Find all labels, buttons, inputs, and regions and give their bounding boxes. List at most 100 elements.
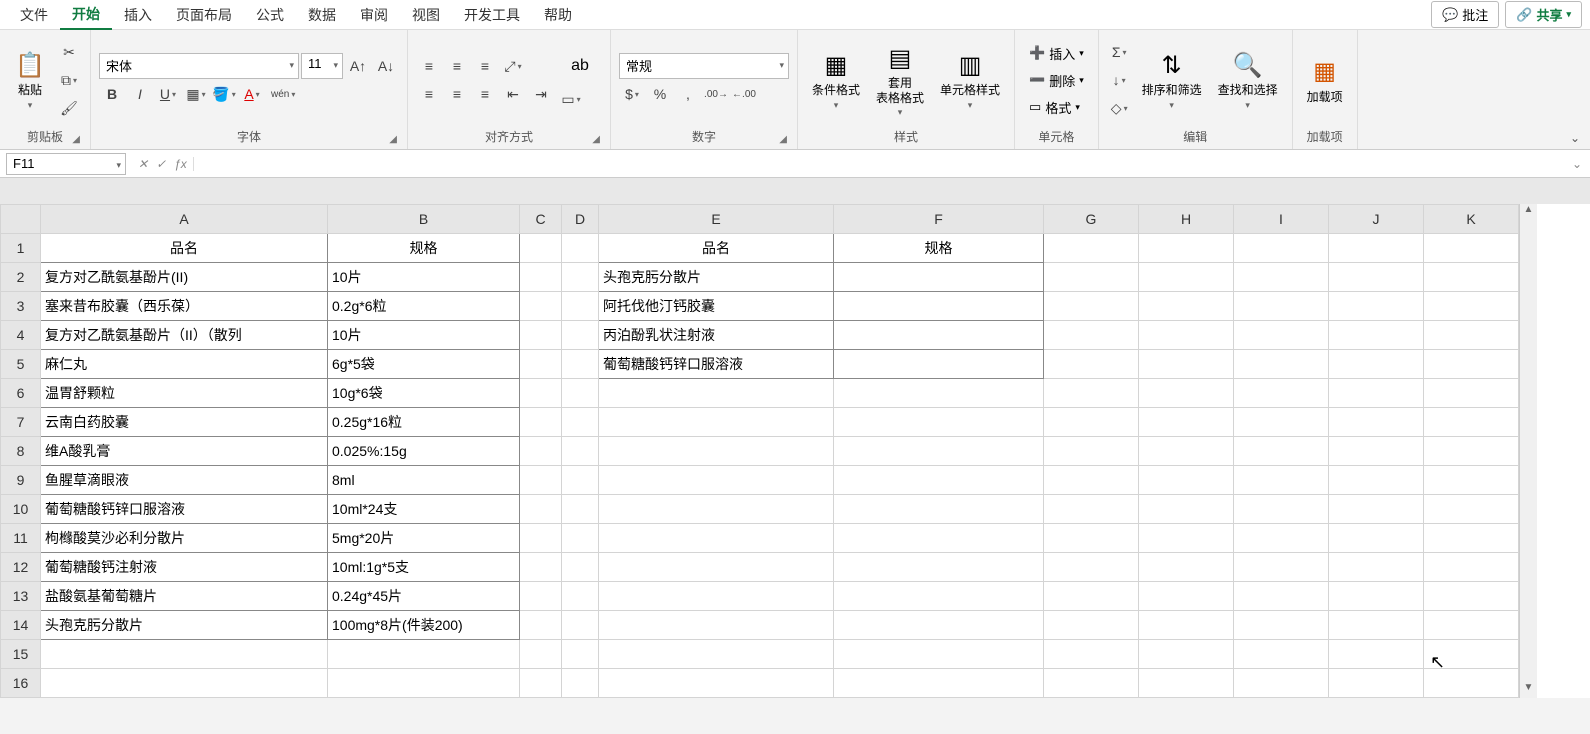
cell-F15[interactable] <box>834 640 1044 669</box>
format-cells-button[interactable]: ▭格式▾ <box>1023 95 1090 120</box>
cell-G15[interactable] <box>1044 640 1139 669</box>
cell-D2[interactable] <box>562 263 599 292</box>
cell-F10[interactable] <box>834 495 1044 524</box>
cell-B13[interactable]: 0.24g*45片 <box>328 582 520 611</box>
currency-button[interactable]: $▾ <box>619 81 645 107</box>
col-header-J[interactable]: J <box>1329 205 1424 234</box>
cell-F8[interactable] <box>834 437 1044 466</box>
cell-E12[interactable] <box>599 553 834 582</box>
cell-H14[interactable] <box>1139 611 1234 640</box>
cell-H4[interactable] <box>1139 321 1234 350</box>
cell-D11[interactable] <box>562 524 599 553</box>
phonetic-button[interactable]: wén▾ <box>267 81 299 107</box>
cell-K12[interactable] <box>1424 553 1519 582</box>
cell-B2[interactable]: 10片 <box>328 263 520 292</box>
cell-I14[interactable] <box>1234 611 1329 640</box>
find-select-button[interactable]: 🔍 查找和选择 ▾ <box>1212 47 1284 112</box>
fill-color-button[interactable]: 🪣▾ <box>211 81 237 107</box>
menu-insert[interactable]: 插入 <box>112 1 164 29</box>
cell-C12[interactable] <box>520 553 562 582</box>
row-header[interactable]: 4 <box>1 321 41 350</box>
cell-F1[interactable]: 规格 <box>834 234 1044 263</box>
cell-A8[interactable]: 维A酸乳膏 <box>41 437 328 466</box>
enter-formula-button[interactable]: ✓ <box>156 157 166 171</box>
row-header[interactable]: 5 <box>1 350 41 379</box>
cell-B11[interactable]: 5mg*20片 <box>328 524 520 553</box>
cell-J11[interactable] <box>1329 524 1424 553</box>
cell-A12[interactable]: 葡萄糖酸钙注射液 <box>41 553 328 582</box>
align-left-button[interactable]: ≡ <box>416 81 442 107</box>
cell-B12[interactable]: 10ml:1g*5支 <box>328 553 520 582</box>
increase-font-button[interactable]: A↑ <box>345 53 371 79</box>
cell-G9[interactable] <box>1044 466 1139 495</box>
addins-button[interactable]: ▦ 加载项 <box>1301 54 1349 106</box>
font-size-select[interactable]: 11 ▾ <box>301 53 343 79</box>
row-header[interactable]: 11 <box>1 524 41 553</box>
cell-I1[interactable] <box>1234 234 1329 263</box>
cell-J6[interactable] <box>1329 379 1424 408</box>
cell-A7[interactable]: 云南白药胶囊 <box>41 408 328 437</box>
autosum-button[interactable]: Σ▾ <box>1107 39 1132 65</box>
cell-C4[interactable] <box>520 321 562 350</box>
cell-J9[interactable] <box>1329 466 1424 495</box>
comment-button[interactable]: 💬 批注 <box>1431 1 1499 28</box>
format-painter-button[interactable]: 🖌 <box>56 95 82 121</box>
cell-C9[interactable] <box>520 466 562 495</box>
cell-E11[interactable] <box>599 524 834 553</box>
row-header[interactable]: 3 <box>1 292 41 321</box>
cell-C2[interactable] <box>520 263 562 292</box>
cell-B4[interactable]: 10片 <box>328 321 520 350</box>
row-header[interactable]: 14 <box>1 611 41 640</box>
cell-D5[interactable] <box>562 350 599 379</box>
cell-H7[interactable] <box>1139 408 1234 437</box>
cell-J10[interactable] <box>1329 495 1424 524</box>
font-color-button[interactable]: A▾ <box>239 81 265 107</box>
cell-G7[interactable] <box>1044 408 1139 437</box>
cell-J4[interactable] <box>1329 321 1424 350</box>
cell-J2[interactable] <box>1329 263 1424 292</box>
cell-H15[interactable] <box>1139 640 1234 669</box>
cell-D15[interactable] <box>562 640 599 669</box>
vertical-scrollbar[interactable]: ▲ ▼ <box>1519 204 1537 698</box>
cell-A1[interactable]: 品名 <box>41 234 328 263</box>
cell-G1[interactable] <box>1044 234 1139 263</box>
cell-A4[interactable]: 复方对乙酰氨基酚片（II）（散列 <box>41 321 328 350</box>
cell-I13[interactable] <box>1234 582 1329 611</box>
cell-D7[interactable] <box>562 408 599 437</box>
cell-D1[interactable] <box>562 234 599 263</box>
cell-D12[interactable] <box>562 553 599 582</box>
col-header-B[interactable]: B <box>328 205 520 234</box>
cell-B8[interactable]: 0.025%:15g <box>328 437 520 466</box>
row-header[interactable]: 9 <box>1 466 41 495</box>
cell-G4[interactable] <box>1044 321 1139 350</box>
cell-H11[interactable] <box>1139 524 1234 553</box>
share-button[interactable]: 🔗 共享 ▾ <box>1505 1 1582 28</box>
cell-H1[interactable] <box>1139 234 1234 263</box>
merge-cells-button[interactable]: ▭▾ <box>558 86 584 112</box>
cell-H13[interactable] <box>1139 582 1234 611</box>
cell-C8[interactable] <box>520 437 562 466</box>
col-header-E[interactable]: E <box>599 205 834 234</box>
col-header-C[interactable]: C <box>520 205 562 234</box>
menu-home[interactable]: 开始 <box>60 0 112 30</box>
cell-H16[interactable] <box>1139 669 1234 698</box>
cell-A6[interactable]: 温胃舒颗粒 <box>41 379 328 408</box>
cell-C13[interactable] <box>520 582 562 611</box>
cell-K11[interactable] <box>1424 524 1519 553</box>
col-header-D[interactable]: D <box>562 205 599 234</box>
cell-C5[interactable] <box>520 350 562 379</box>
sort-filter-button[interactable]: ⇅ 排序和筛选 ▾ <box>1136 47 1208 112</box>
cell-D4[interactable] <box>562 321 599 350</box>
cell-D3[interactable] <box>562 292 599 321</box>
cell-F9[interactable] <box>834 466 1044 495</box>
cell-J16[interactable] <box>1329 669 1424 698</box>
cell-C10[interactable] <box>520 495 562 524</box>
cell-G3[interactable] <box>1044 292 1139 321</box>
align-middle-button[interactable]: ≡ <box>444 53 470 79</box>
cell-B10[interactable]: 10ml*24支 <box>328 495 520 524</box>
cell-B14[interactable]: 100mg*8片(件装200) <box>328 611 520 640</box>
cell-E16[interactable] <box>599 669 834 698</box>
name-box[interactable]: F11 ▾ <box>6 153 126 175</box>
cell-C6[interactable] <box>520 379 562 408</box>
cell-E4[interactable]: 丙泊酚乳状注射液 <box>599 321 834 350</box>
